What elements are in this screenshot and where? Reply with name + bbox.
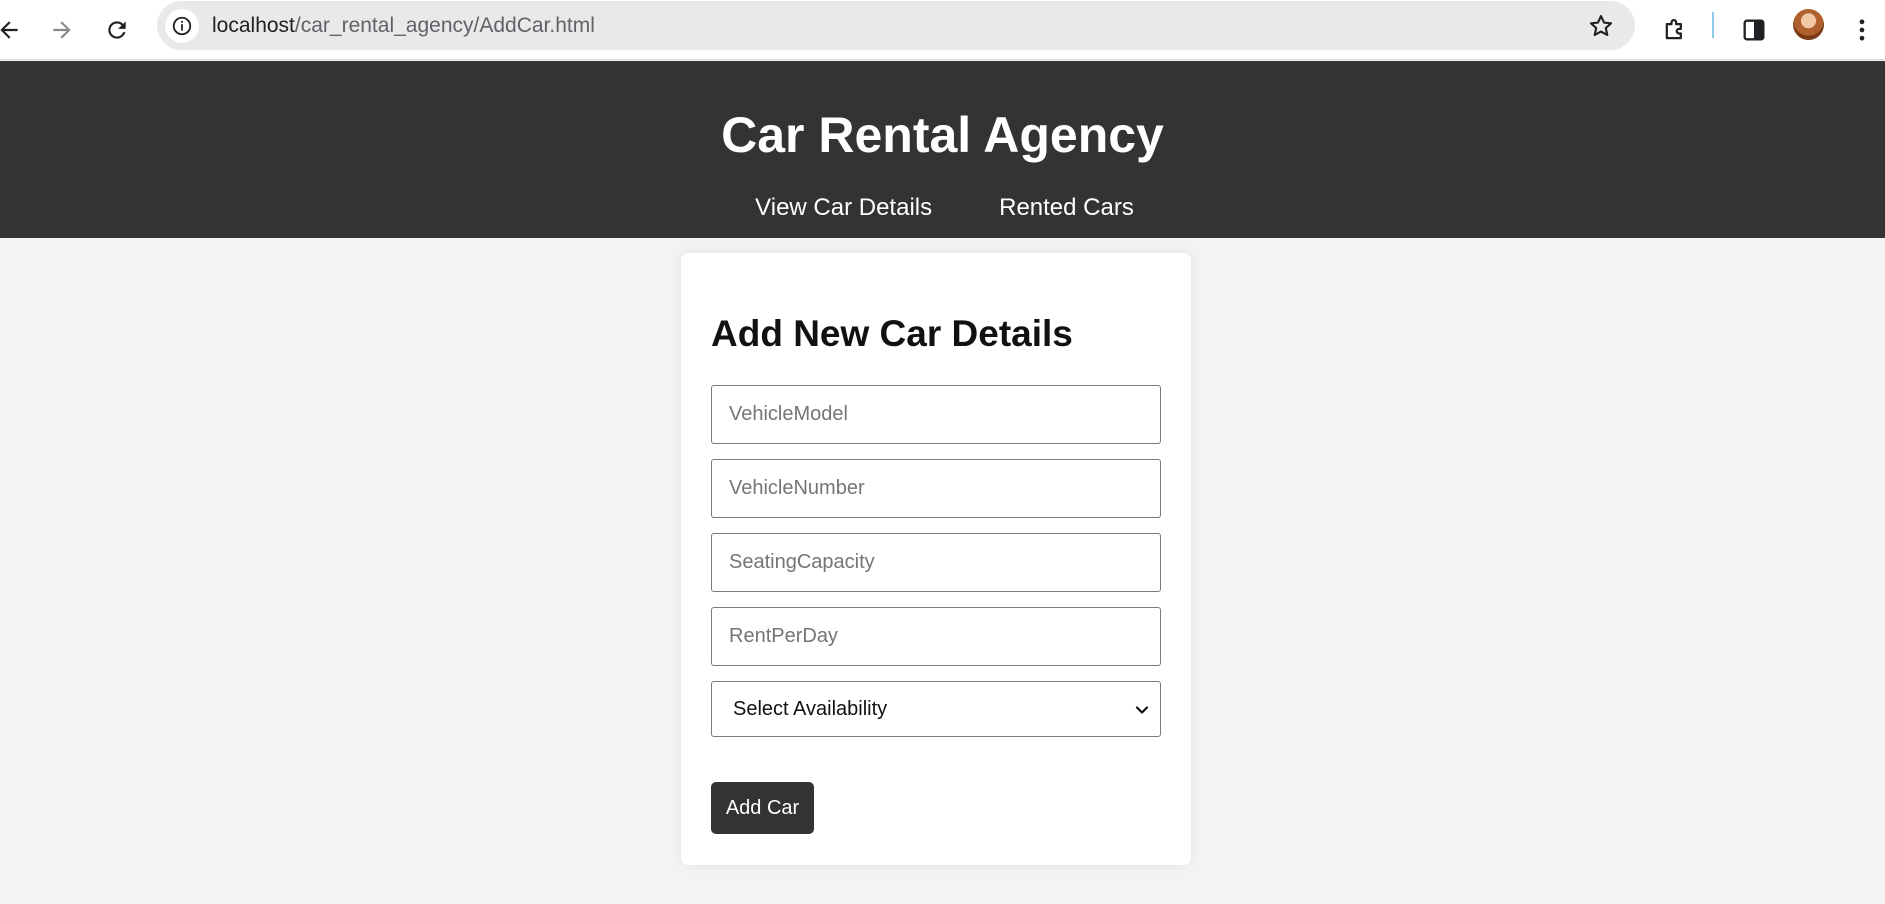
form-title: Add New Car Details xyxy=(711,313,1073,354)
address-bar[interactable]: localhost/car_rental_agency/AddCar.html xyxy=(157,1,1635,50)
rent-per-day-input[interactable] xyxy=(711,607,1161,666)
toolbar-divider xyxy=(1712,12,1714,38)
site-header: Car Rental Agency View Car Details Rente… xyxy=(0,61,1885,238)
availability-selected-value: Select Availability xyxy=(733,697,888,720)
bookmark-star-icon[interactable] xyxy=(1587,12,1615,40)
profile-avatar[interactable] xyxy=(1793,9,1824,40)
site-title: Car Rental Agency xyxy=(721,107,1164,163)
availability-select[interactable]: Select Availability xyxy=(711,681,1161,737)
seating-capacity-input[interactable] xyxy=(711,533,1161,592)
browser-toolbar: localhost/car_rental_agency/AddCar.html xyxy=(0,0,1885,60)
main-nav: View Car Details Rented Cars xyxy=(0,194,1885,222)
kebab-menu-icon[interactable] xyxy=(1842,10,1882,50)
nav-link-rented-cars[interactable]: Rented Cars xyxy=(999,194,1134,222)
vehicle-model-input[interactable] xyxy=(711,385,1161,444)
url-text: localhost/car_rental_agency/AddCar.html xyxy=(212,14,595,38)
extensions-icon[interactable] xyxy=(1655,10,1695,50)
add-car-form-card: Add New Car Details Select Availability … xyxy=(681,253,1191,865)
nav-link-view-car-details[interactable]: View Car Details xyxy=(755,194,932,222)
site-info-icon[interactable] xyxy=(165,9,199,43)
back-arrow-icon[interactable] xyxy=(0,10,29,50)
vehicle-number-input[interactable] xyxy=(711,459,1161,518)
side-panel-icon[interactable] xyxy=(1734,10,1774,50)
add-car-button[interactable]: Add Car xyxy=(711,782,814,834)
reload-icon[interactable] xyxy=(97,10,137,50)
chevron-down-icon xyxy=(1135,706,1149,714)
url-path: /car_rental_agency/AddCar.html xyxy=(294,14,595,37)
forward-arrow-icon[interactable] xyxy=(42,10,82,50)
url-host: localhost xyxy=(212,14,295,37)
